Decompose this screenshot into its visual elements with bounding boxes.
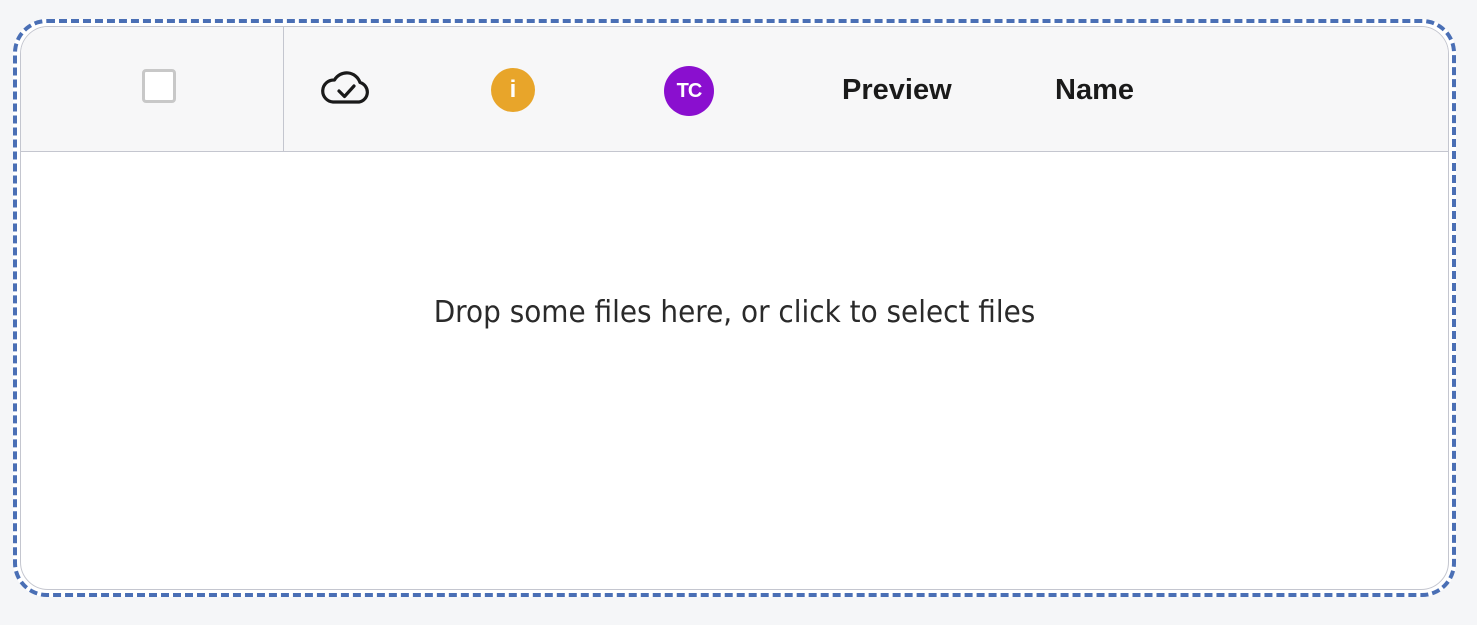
info-icon[interactable]: i: [491, 68, 535, 112]
column-header-preview[interactable]: Preview: [842, 73, 952, 107]
select-column-header: [21, 27, 284, 151]
select-all-checkbox[interactable]: [142, 69, 176, 103]
column-header-name[interactable]: Name: [1055, 73, 1134, 107]
table-header: i TC Preview Name: [21, 27, 1448, 152]
file-dropzone[interactable]: i TC Preview Name Drop some files here, …: [13, 19, 1456, 597]
user-avatar[interactable]: TC: [664, 66, 714, 116]
cloud-check-icon: [321, 71, 369, 104]
file-table: i TC Preview Name Drop some files here, …: [20, 26, 1449, 590]
dropzone-message[interactable]: Drop some files here, or click to select…: [71, 295, 1398, 331]
